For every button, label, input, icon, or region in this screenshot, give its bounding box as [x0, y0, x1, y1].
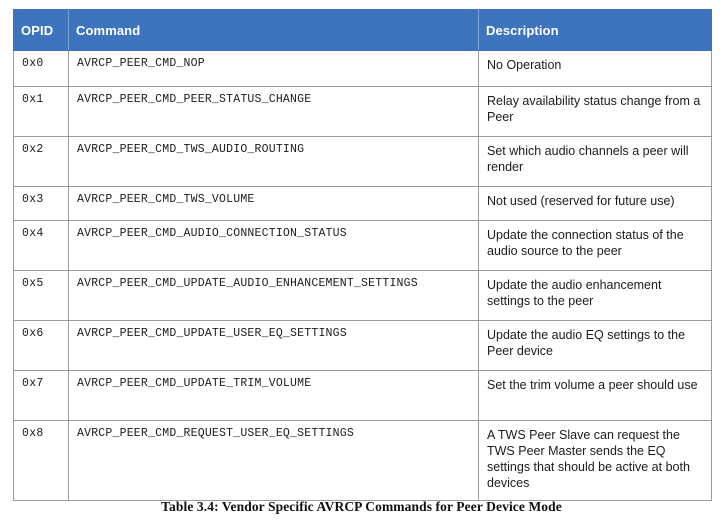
document-page: OPID Command Description 0x0 AVRCP_PEER_C… — [0, 0, 723, 525]
cell-opid: 0x7 — [13, 370, 69, 421]
table-row: 0x4 AVRCP_PEER_CMD_AUDIO_CONNECTION_STATU… — [13, 220, 712, 271]
table-container: OPID Command Description 0x0 AVRCP_PEER_C… — [13, 9, 712, 501]
table-row: 0x2 AVRCP_PEER_CMD_TWS_AUDIO_ROUTING Set w… — [13, 136, 712, 187]
cell-command: AVRCP_PEER_CMD_REQUEST_USER_EQ_SETTINGS — [68, 420, 479, 501]
table-row: 0x1 AVRCP_PEER_CMD_PEER_STATUS_CHANGE Rela… — [13, 86, 712, 137]
cell-opid: 0x1 — [13, 86, 69, 137]
table-header-row: OPID Command Description — [13, 9, 712, 51]
cell-description: Update the audio EQ settings to the Peer… — [478, 320, 712, 371]
cell-opid: 0x4 — [13, 220, 69, 271]
cell-command: AVRCP_PEER_CMD_TWS_AUDIO_ROUTING — [68, 136, 479, 187]
table-row: 0x0 AVRCP_PEER_CMD_NOP No Operation — [13, 50, 712, 87]
cell-command: AVRCP_PEER_CMD_AUDIO_CONNECTION_STATUS — [68, 220, 479, 271]
cell-opid: 0x0 — [13, 50, 69, 87]
table-row: 0x8 AVRCP_PEER_CMD_REQUEST_USER_EQ_SETTIN… — [13, 420, 712, 501]
cell-command: AVRCP_PEER_CMD_PEER_STATUS_CHANGE — [68, 86, 479, 137]
table-caption: Table 3.4: Vendor Specific AVRCP Command… — [161, 499, 562, 514]
cell-opid: 0x3 — [13, 186, 69, 221]
cell-command: AVRCP_PEER_CMD_TWS_VOLUME — [68, 186, 479, 221]
cell-description: No Operation — [478, 50, 712, 87]
column-header-description: Description — [478, 9, 712, 51]
cell-description: Not used (reserved for future use) — [478, 186, 712, 221]
cell-description: Relay availability status change from a … — [478, 86, 712, 137]
cell-description: Set the trim volume a peer should use — [478, 370, 712, 421]
cell-command: AVRCP_PEER_CMD_NOP — [68, 50, 479, 87]
cell-description: A TWS Peer Slave can request the TWS Pee… — [478, 420, 712, 501]
avrcp-peer-commands-table: OPID Command Description 0x0 AVRCP_PEER_C… — [13, 9, 712, 501]
cell-description: Update the audio enhancement settings to… — [478, 270, 712, 321]
table-header: OPID Command Description — [13, 9, 712, 51]
cell-opid: 0x5 — [13, 270, 69, 321]
cell-opid: 0x6 — [13, 320, 69, 371]
cell-command: AVRCP_PEER_CMD_UPDATE_AUDIO_ENHANCEMENT_… — [68, 270, 479, 321]
cell-description: Update the connection status of the audi… — [478, 220, 712, 271]
cell-opid: 0x8 — [13, 420, 69, 501]
cell-command: AVRCP_PEER_CMD_UPDATE_TRIM_VOLUME — [68, 370, 479, 421]
column-header-command: Command — [68, 9, 479, 51]
cell-command: AVRCP_PEER_CMD_UPDATE_USER_EQ_SETTINGS — [68, 320, 479, 371]
table-body: 0x0 AVRCP_PEER_CMD_NOP No Operation 0x1 AVRC… — [13, 50, 712, 501]
table-row: 0x7 AVRCP_PEER_CMD_UPDATE_TRIM_VOLUME Set … — [13, 370, 712, 421]
column-header-opid: OPID — [13, 9, 69, 51]
table-row: 0x5 AVRCP_PEER_CMD_UPDATE_AUDIO_ENHANCEME… — [13, 270, 712, 321]
cell-description: Set which audio channels a peer will ren… — [478, 136, 712, 187]
table-row: 0x6 AVRCP_PEER_CMD_UPDATE_USER_EQ_SETTING… — [13, 320, 712, 371]
cell-opid: 0x2 — [13, 136, 69, 187]
table-row: 0x3 AVRCP_PEER_CMD_TWS_VOLUME Not used (re… — [13, 186, 712, 221]
